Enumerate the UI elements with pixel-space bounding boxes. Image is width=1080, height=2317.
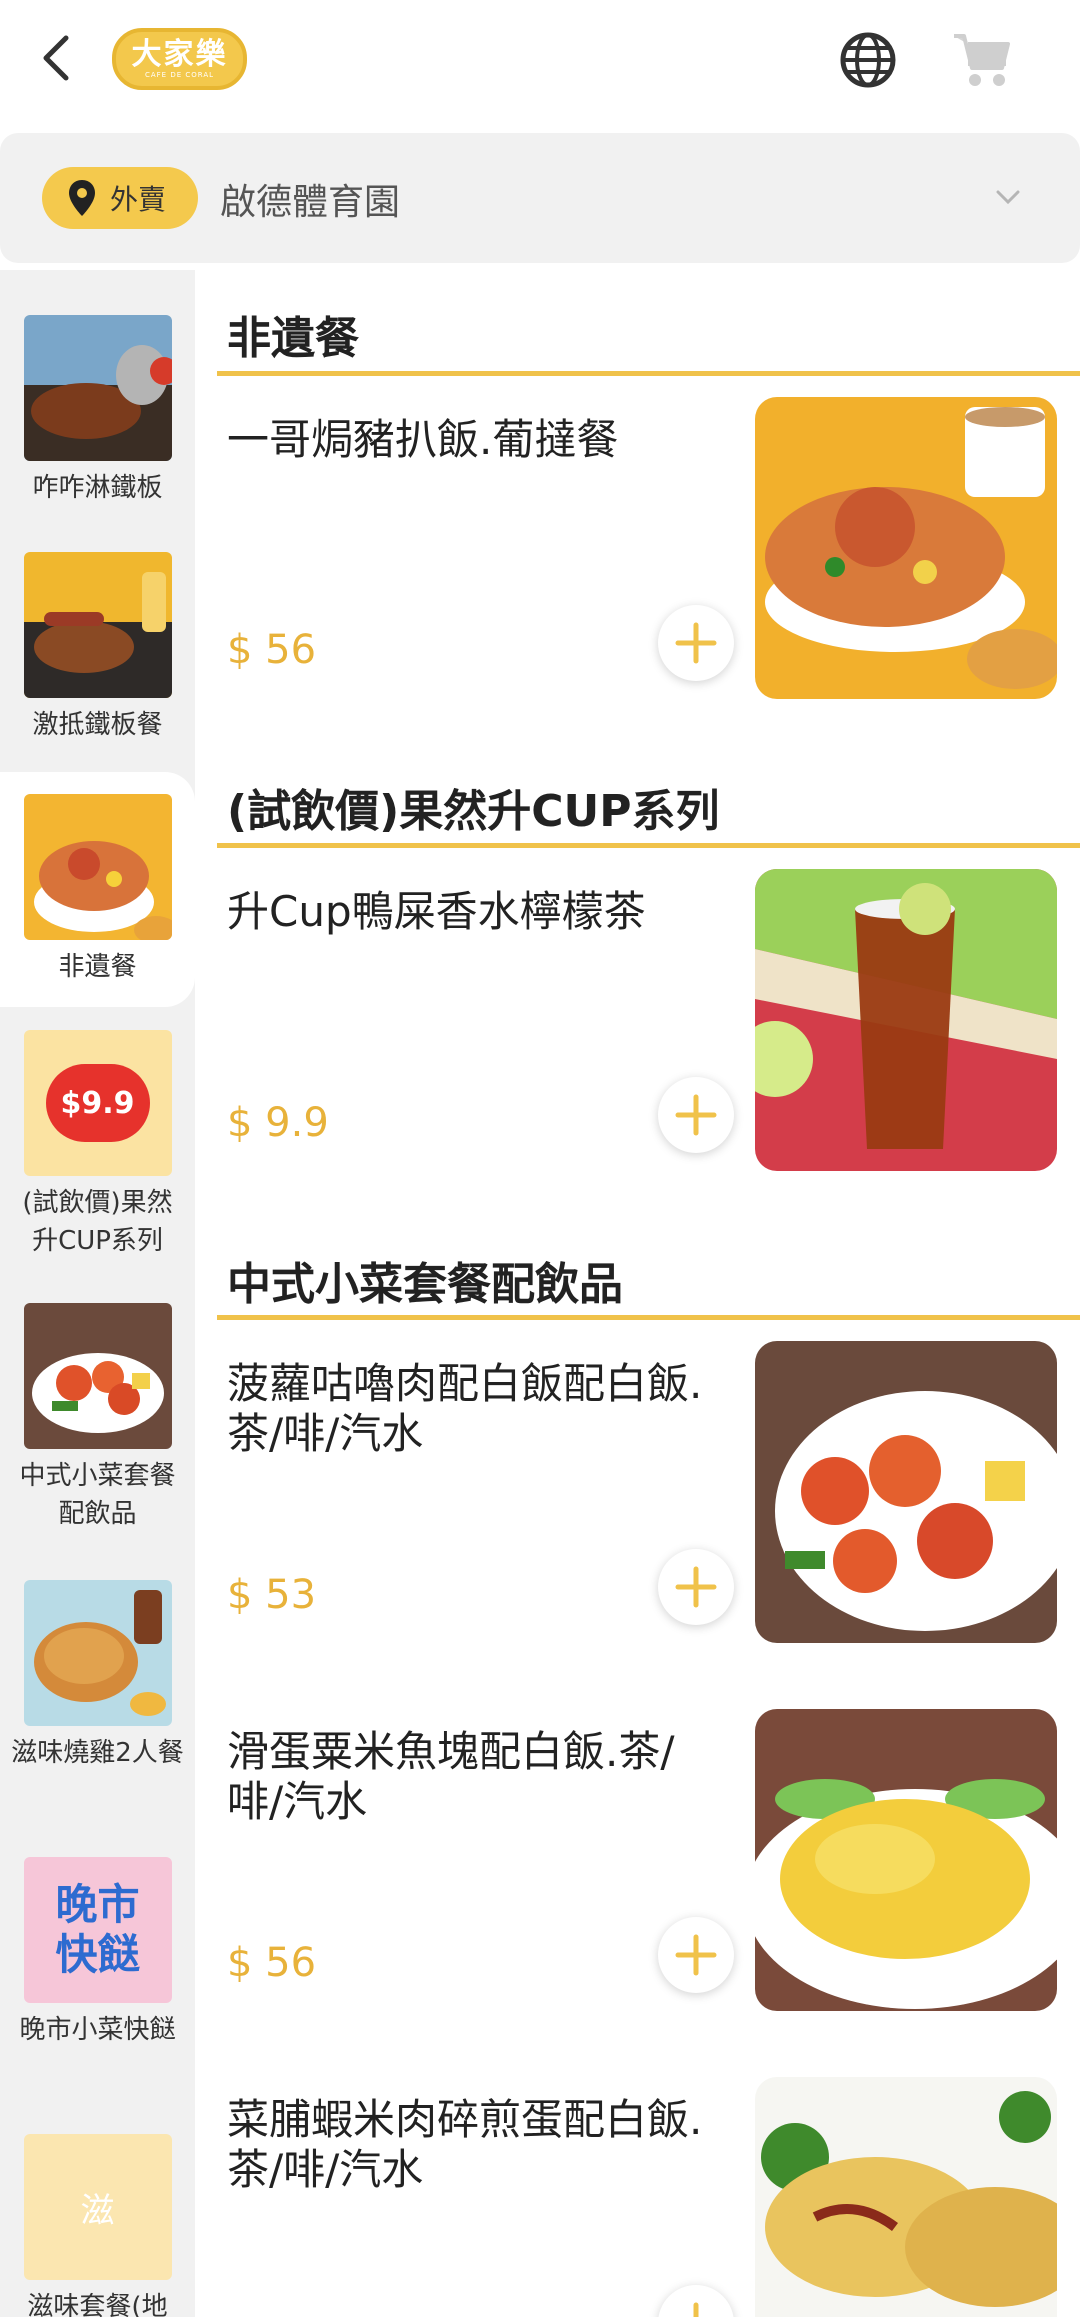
add-to-cart-button[interactable] [658,1917,734,1993]
add-to-cart-button[interactable] [658,2285,734,2317]
shopping-cart-icon [954,34,1010,86]
category-thumbnail [23,315,172,461]
promo-badge: 晚市快餸 [55,1880,140,1979]
chevron-down-icon[interactable] [990,179,1026,215]
cart-button[interactable] [950,28,1014,92]
item-name: 菠蘿咕嚕肉配白飯配白飯.茶/啡/汽水 [227,1359,703,1458]
category-thumbnail [23,1580,172,1726]
brand-logo: 大家樂 CAFE DE CORAL [112,28,247,90]
sidebar-item-value-sizzling[interactable]: 激抵鐵板餐 [0,552,195,744]
sidebar-item-heritage-meal[interactable]: 非遺餐 [0,772,195,1007]
category-thumbnail [23,794,172,940]
section-divider [217,843,1080,848]
item-price: $ 9.9 [227,1100,329,1146]
category-thumbnail: 晚市快餸 [23,1857,172,2003]
item-price: $ 56 [227,1940,317,1986]
chevron-left-icon [43,35,69,81]
item-name: 滑蛋粟米魚塊配白飯.茶/啡/汽水 [227,1727,675,1826]
store-name: 啟德體育園 [220,182,401,223]
category-sidebar: 咋咋淋鐵板 激抵鐵板餐 非遺餐 $9.9 (試飲價)果然升CUP系列 中式小菜套… [0,270,195,2317]
add-to-cart-button[interactable] [658,605,734,681]
section-title: 非遺餐 [227,313,359,364]
sidebar-item-dinner-dishes[interactable]: 晚市快餸 晚市小菜快餸 [0,1857,195,2049]
item-name: 菜脯蝦米肉碎煎蛋配白飯.茶/啡/汽水 [227,2095,703,2194]
plus-icon [675,1566,717,1608]
category-thumbnail: $9.9 [23,1030,172,1176]
back-button[interactable] [30,28,80,88]
order-mode-label: 外賣 [110,183,167,216]
sidebar-item-flavor-set[interactable]: 滋 滋味套餐(地 [0,2134,195,2317]
placeholder-glyph: 滋 [80,2190,115,2231]
sidebar-item-roast-chicken[interactable]: 滋味燒雞2人餐 [0,1580,195,1772]
sidebar-item-trial-cup[interactable]: $9.9 (試飲價)果然升CUP系列 [0,1030,195,1260]
app-header: 大家樂 CAFE DE CORAL [0,0,1080,125]
item-photo[interactable] [755,1709,1057,2011]
sidebar-item-chinese-dishes[interactable]: 中式小菜套餐配飲品 [0,1303,195,1533]
item-price: $ 53 [227,1572,317,1618]
section-title: 中式小菜套餐配飲品 [227,1259,623,1310]
category-thumbnail: 滋 [23,2134,172,2280]
item-photo[interactable] [755,2077,1057,2317]
category-thumbnail [23,1303,172,1449]
plus-icon [693,2302,699,2317]
location-pin-icon [69,180,95,216]
location-bar[interactable]: 外賣 啟德體育園 [0,133,1080,263]
language-button[interactable] [838,30,898,90]
section-divider [217,1315,1080,1320]
category-thumbnail [23,552,172,698]
item-photo[interactable] [755,1341,1057,1643]
add-to-cart-button[interactable] [658,1077,734,1153]
plus-icon [675,1934,717,1976]
item-photo[interactable] [755,397,1057,699]
plus-icon [675,1094,717,1136]
sidebar-item-sizzling-plate[interactable]: 咋咋淋鐵板 [0,315,195,507]
section-title: (試飲價)果然升CUP系列 [227,786,720,837]
item-name: 一哥焗豬扒飯.葡撻餐 [227,415,619,464]
add-to-cart-button[interactable] [658,1549,734,1625]
section-divider [217,371,1080,376]
globe-icon [840,32,896,88]
item-photo[interactable] [755,869,1057,1171]
plus-icon [675,622,717,664]
item-price: $ 56 [227,627,317,673]
item-name: 升Cup鴨屎香水檸檬茶 [227,887,646,936]
order-mode-pill[interactable]: 外賣 [42,167,198,229]
promo-badge: $9.9 [45,1064,150,1142]
